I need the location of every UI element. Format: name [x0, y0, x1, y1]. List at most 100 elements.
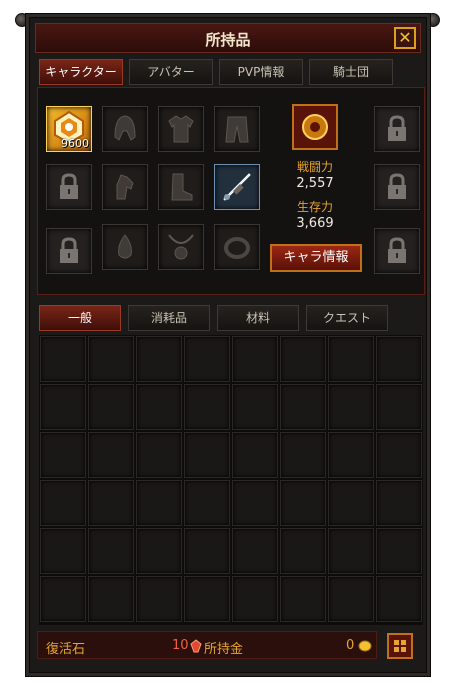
- inventory-slot[interactable]: [88, 384, 134, 430]
- character-info-button[interactable]: キャラ情報: [270, 244, 362, 272]
- inventory-slot[interactable]: [88, 576, 134, 622]
- inventory-slot[interactable]: [232, 528, 278, 574]
- grid-menu-icon: [394, 640, 406, 652]
- inventory-slot[interactable]: [376, 528, 422, 574]
- inventory-slot[interactable]: [136, 528, 182, 574]
- slot-locked-left-1: [46, 164, 92, 210]
- inventory-slot[interactable]: [136, 336, 182, 382]
- inventory-slot[interactable]: [376, 576, 422, 622]
- slot-amulet[interactable]: [102, 224, 148, 270]
- inventory-slot[interactable]: [88, 432, 134, 478]
- inventory-slot[interactable]: [40, 528, 86, 574]
- inventory-slot[interactable]: [376, 384, 422, 430]
- lock-icon: [388, 115, 406, 141]
- boots-icon: [171, 173, 193, 201]
- inventory-slot[interactable]: [328, 336, 374, 382]
- inventory-slot[interactable]: [184, 336, 230, 382]
- close-button[interactable]: ✕: [394, 27, 416, 49]
- inventory-slot[interactable]: [232, 384, 278, 430]
- inventory-slot[interactable]: [184, 384, 230, 430]
- inventory-slot[interactable]: [136, 384, 182, 430]
- combat-power-label: 戦闘力: [296, 160, 333, 174]
- armor-icon: [168, 115, 194, 143]
- tab-pvp-info[interactable]: PVP情報: [219, 59, 303, 85]
- tab-general[interactable]: 一般: [39, 305, 121, 331]
- inventory-slot[interactable]: [136, 576, 182, 622]
- slot-ring[interactable]: [214, 224, 260, 270]
- gloves-icon: [116, 174, 134, 200]
- tab-character[interactable]: キャラクター: [39, 59, 123, 85]
- inventory-slot[interactable]: [328, 432, 374, 478]
- inventory-slot[interactable]: [136, 432, 182, 478]
- money-value: 0: [346, 638, 355, 653]
- character-equipment-panel: 9600 戦闘力 2,557 生存力 3,669 キャラ情報: [37, 87, 425, 295]
- inventory-slot[interactable]: [136, 480, 182, 526]
- inventory-slot[interactable]: [184, 528, 230, 574]
- inventory-slot[interactable]: [328, 528, 374, 574]
- tab-quest[interactable]: クエスト: [306, 305, 388, 331]
- lock-icon: [60, 173, 78, 199]
- inventory-slot[interactable]: [280, 480, 326, 526]
- inventory-slot[interactable]: [232, 576, 278, 622]
- slot-locked-right-2: [374, 164, 420, 210]
- inventory-slot[interactable]: [328, 384, 374, 430]
- slot-boots[interactable]: [158, 164, 204, 210]
- inventory-slot[interactable]: [184, 576, 230, 622]
- currency-bar: 復活石 10 所持金 0: [37, 631, 377, 659]
- inventory-slot[interactable]: [40, 576, 86, 622]
- ring-icon: [224, 237, 250, 259]
- title-bar[interactable]: 所持品 ✕: [35, 23, 421, 53]
- revive-stone-label: 復活石: [46, 642, 86, 657]
- inventory-slot[interactable]: [40, 480, 86, 526]
- slot-pants[interactable]: [214, 106, 260, 152]
- helmet-icon: [114, 115, 136, 141]
- tab-avatar[interactable]: アバター: [129, 59, 213, 85]
- inventory-slot[interactable]: [280, 576, 326, 622]
- window-title: 所持品: [205, 31, 251, 49]
- tab-materials[interactable]: 材料: [217, 305, 299, 331]
- slot-necklace[interactable]: [158, 224, 204, 270]
- weapon-icon: [223, 173, 251, 201]
- inventory-slot[interactable]: [280, 528, 326, 574]
- inventory-slot[interactable]: [40, 336, 86, 382]
- inventory-slot[interactable]: [40, 432, 86, 478]
- combat-power-value: 2,557: [296, 176, 334, 191]
- inventory-slot[interactable]: [232, 336, 278, 382]
- inventory-slot[interactable]: [376, 480, 422, 526]
- lock-icon: [60, 237, 78, 263]
- slot-locked-right-3: [374, 228, 420, 274]
- inventory-slot[interactable]: [328, 480, 374, 526]
- slot-helmet[interactable]: [102, 106, 148, 152]
- money-label: 所持金: [204, 642, 244, 657]
- slot-locked-left-2: [46, 228, 92, 274]
- inventory-slot[interactable]: [280, 432, 326, 478]
- inventory-slot[interactable]: [280, 336, 326, 382]
- necklace-icon: [168, 234, 194, 260]
- inventory-slot[interactable]: [376, 432, 422, 478]
- inventory-slot[interactable]: [232, 432, 278, 478]
- slot-weapon[interactable]: [214, 164, 260, 210]
- tab-guild[interactable]: 騎士団: [309, 59, 393, 85]
- rank-badge-slot[interactable]: 9600: [46, 106, 92, 152]
- inventory-slot[interactable]: [184, 480, 230, 526]
- inventory-slot[interactable]: [280, 384, 326, 430]
- inventory-slot[interactable]: [88, 480, 134, 526]
- inventory-slot[interactable]: [328, 576, 374, 622]
- inventory-slot[interactable]: [184, 432, 230, 478]
- inventory-grid: [39, 335, 423, 625]
- inventory-menu-button[interactable]: [387, 633, 413, 659]
- inventory-slot[interactable]: [376, 336, 422, 382]
- inventory-slot[interactable]: [232, 480, 278, 526]
- survival-power-label: 生存力: [296, 200, 333, 214]
- rank-value: 9600: [61, 137, 89, 150]
- inventory-slot[interactable]: [40, 384, 86, 430]
- revive-stone-value: 10: [172, 638, 189, 653]
- inventory-slot[interactable]: [88, 336, 134, 382]
- slot-gloves[interactable]: [102, 164, 148, 210]
- lock-icon: [388, 237, 406, 263]
- slot-armor[interactable]: [158, 106, 204, 152]
- inventory-slot[interactable]: [88, 528, 134, 574]
- medal-button[interactable]: [292, 104, 338, 150]
- tab-consumables[interactable]: 消耗品: [128, 305, 210, 331]
- slot-locked-right-1: [374, 106, 420, 152]
